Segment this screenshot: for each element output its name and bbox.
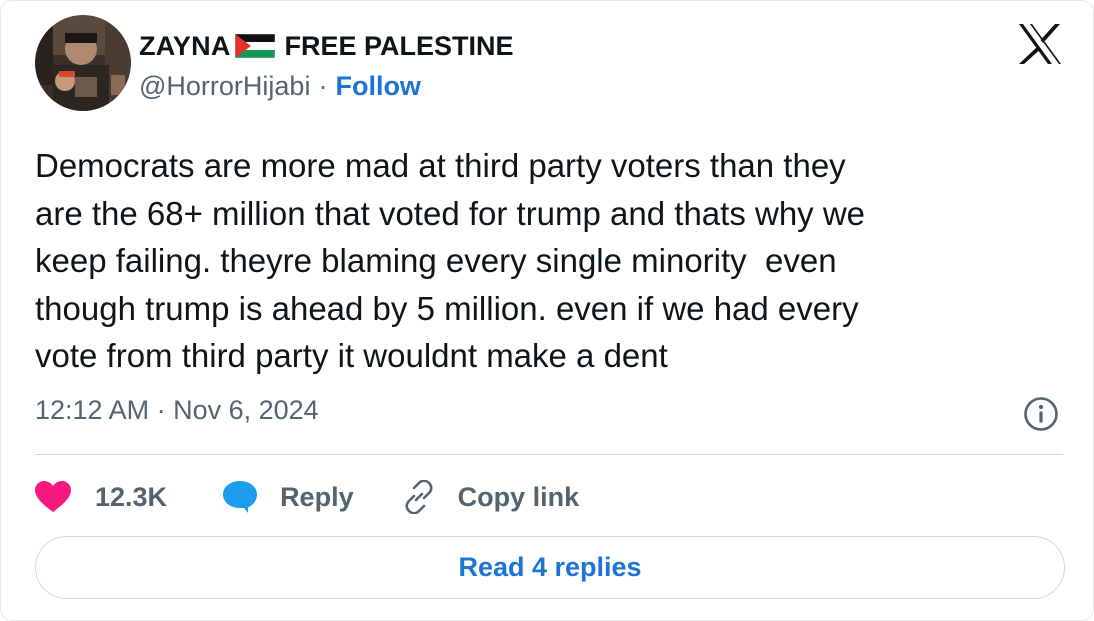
divider [35,454,1063,455]
like-button[interactable]: 12.3K [35,481,167,513]
author-name[interactable]: ZAYNA [139,31,231,62]
link-icon [402,480,436,514]
read-replies-button[interactable]: Read 4 replies [35,536,1065,599]
reply-label: Reply [280,481,354,512]
author-handle-row: @HorrorHijabi · Follow [139,71,514,102]
author-info: ZAYNA FREE PALESTINE @HorrorHijabi · Fol… [139,29,514,102]
action-bar: 12.3K Reply Copy link [35,475,579,519]
author-name-suffix[interactable]: FREE PALESTINE [285,31,514,62]
avatar[interactable] [35,15,131,111]
reply-button[interactable]: Reply [222,480,354,514]
info-icon[interactable] [1023,396,1059,432]
x-logo-icon[interactable] [1017,23,1063,65]
tweet-timestamp[interactable]: 12:12 AM · Nov 6, 2024 [35,395,319,426]
palestine-flag-icon [234,33,275,59]
tweet-text: Democrats are more mad at third party vo… [35,147,866,374]
heart-icon [35,481,71,513]
author-name-row: ZAYNA FREE PALESTINE [139,29,514,63]
separator-dot: · [318,71,328,101]
author-handle[interactable]: @HorrorHijabi [139,71,310,102]
speech-bubble-icon [222,480,258,514]
like-count: 12.3K [95,481,168,512]
avatar-image [35,15,131,111]
tweet-card: ZAYNA FREE PALESTINE @HorrorHijabi · Fol… [0,0,1094,621]
copy-link-button[interactable]: Copy link [402,480,580,514]
copy-link-label: Copy link [457,481,580,512]
follow-button[interactable]: Follow [335,71,420,102]
